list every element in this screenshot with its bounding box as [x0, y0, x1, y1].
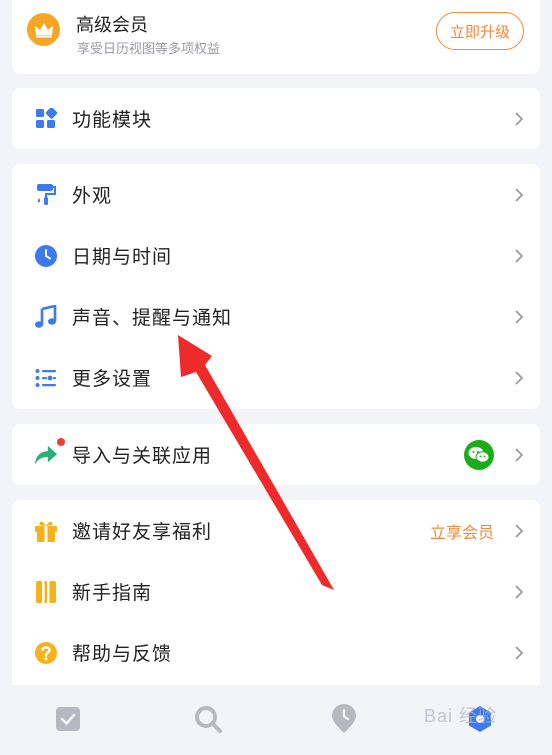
premium-card[interactable]: 高级会员 享受日历视图等多项权益 立即升级: [12, 0, 540, 74]
paint-roller-icon: [34, 183, 58, 207]
chevron-right-icon: [515, 584, 524, 599]
tab-tasks[interactable]: [54, 705, 82, 733]
appearance-label: 外观: [72, 185, 113, 207]
book-icon: [34, 580, 58, 604]
chevron-right-icon: [515, 309, 524, 324]
settings-item-appearance[interactable]: 外观: [12, 164, 540, 225]
tab-search[interactable]: [194, 705, 222, 733]
checkbox-icon: [56, 707, 80, 731]
chevron-right-icon: [515, 248, 524, 263]
question-icon: [34, 641, 58, 665]
tab-calendar[interactable]: [330, 704, 358, 733]
settings-item-sound-notification[interactable]: 声音、提醒与通知: [12, 286, 540, 347]
invite-promo-text: 立享会员: [429, 522, 494, 542]
list-settings-icon: [34, 366, 58, 390]
invite-label: 邀请好友享福利: [72, 521, 213, 543]
clock-icon: [34, 244, 58, 268]
integrations-label: 导入与关联应用: [72, 445, 213, 467]
settings-card: 外观 日期与时间 声音、提醒与通知 更多设置: [12, 164, 540, 409]
music-note-icon: [34, 304, 58, 329]
guide-label: 新手指南: [72, 582, 153, 604]
clock-pin-icon: [332, 704, 356, 733]
modules-item[interactable]: 功能模块: [12, 88, 540, 149]
share-arrow-icon: [34, 443, 58, 467]
gift-icon: [34, 519, 58, 543]
chevron-right-icon: [515, 111, 524, 126]
help-label: 帮助与反馈: [72, 643, 173, 665]
more-settings-label: 更多设置: [72, 368, 153, 390]
integrations-item[interactable]: 导入与关联应用: [12, 424, 540, 485]
watermark: Bai 经验: [424, 706, 498, 726]
settings-item-date-time[interactable]: 日期与时间: [12, 225, 540, 286]
premium-title: 高级会员: [76, 15, 148, 36]
modules-label: 功能模块: [72, 109, 153, 131]
wechat-icon: [464, 439, 494, 470]
date-time-label: 日期与时间: [72, 246, 173, 268]
sound-notification-label: 声音、提醒与通知: [72, 307, 233, 329]
search-icon: [195, 706, 222, 733]
crown-icon: [27, 13, 60, 46]
misc-item-invite[interactable]: 邀请好友享福利 立享会员: [12, 500, 540, 561]
chevron-right-icon: [515, 447, 524, 462]
misc-item-guide[interactable]: 新手指南: [12, 561, 540, 622]
grid-icon: [34, 107, 58, 131]
integrations-card: 导入与关联应用: [12, 424, 540, 485]
premium-subtitle: 享受日历视图等多项权益: [77, 42, 221, 57]
misc-card: 邀请好友享福利 立享会员 新手指南 帮助与反馈: [12, 500, 540, 690]
chevron-right-icon: [515, 523, 524, 538]
misc-item-help[interactable]: 帮助与反馈: [12, 622, 540, 683]
settings-item-more[interactable]: 更多设置: [12, 347, 540, 408]
notification-dot: [57, 438, 65, 446]
chevron-right-icon: [515, 187, 524, 202]
upgrade-button[interactable]: 立即升级: [436, 12, 524, 50]
modules-card: 功能模块: [12, 88, 540, 149]
chevron-right-icon: [515, 370, 524, 385]
chevron-right-icon: [515, 645, 524, 660]
